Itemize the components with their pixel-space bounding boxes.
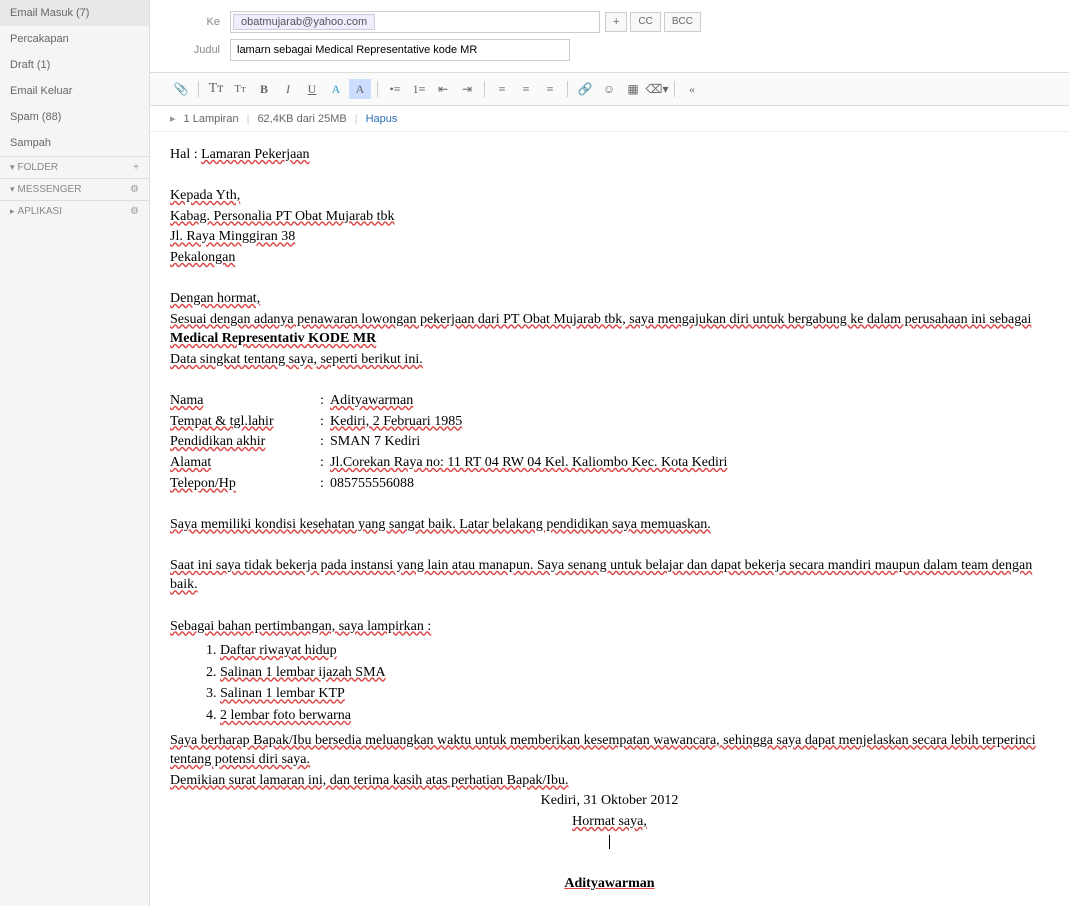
italic-icon[interactable]: I bbox=[277, 79, 299, 99]
font-color-icon[interactable]: A bbox=[325, 79, 347, 99]
attachment-bar: ▸ 1 Lampiran | 62,4KB dari 25MB | Hapus bbox=[150, 106, 1069, 132]
align-right-icon[interactable]: ≡ bbox=[539, 79, 561, 99]
subject-label: Judul bbox=[180, 44, 230, 56]
compose-pane: Ke obatmujarab@yahoo.com + CC BCC Judul … bbox=[150, 0, 1069, 906]
subject-input[interactable] bbox=[230, 39, 570, 61]
chevron-down-icon: ▾ bbox=[10, 162, 15, 172]
emoji-icon[interactable]: ☺ bbox=[598, 79, 620, 99]
sidebar-section-messenger[interactable]: ▾MESSENGER ⚙ bbox=[0, 178, 149, 200]
collapse-toolbar-icon[interactable]: « bbox=[681, 79, 703, 99]
sidebar-item-spam[interactable]: Spam (88) bbox=[0, 104, 149, 130]
bold-icon[interactable]: B bbox=[253, 79, 275, 99]
bullet-list-icon[interactable]: •≡ bbox=[384, 79, 406, 99]
attachment-size: 62,4KB dari 25MB bbox=[257, 113, 346, 125]
chevron-down-icon: ▾ bbox=[10, 184, 15, 194]
text-cursor bbox=[609, 835, 610, 849]
sidebar-item-inbox[interactable]: Email Masuk (7) bbox=[0, 0, 149, 26]
to-label: Ke bbox=[180, 16, 230, 28]
cc-button[interactable]: CC bbox=[630, 12, 660, 32]
template-icon[interactable]: ▦ bbox=[622, 79, 644, 99]
sidebar-item-draft[interactable]: Draft (1) bbox=[0, 52, 149, 78]
add-recipient-button[interactable]: + bbox=[605, 12, 627, 32]
align-left-icon[interactable]: ≡ bbox=[491, 79, 513, 99]
recipient-chip[interactable]: obatmujarab@yahoo.com bbox=[233, 14, 375, 30]
chevron-right-icon: ▸ bbox=[10, 206, 15, 216]
format-toolbar: 📎 Tᴛ Tᴛ B I U A A •≡ 1≡ ⇤ ⇥ ≡ ≡ ≡ 🔗 ☺ ▦ … bbox=[150, 72, 1069, 106]
highlight-icon[interactable]: A bbox=[349, 79, 371, 99]
sidebar-item-chat[interactable]: Percakapan bbox=[0, 26, 149, 52]
sidebar-item-trash[interactable]: Sampah bbox=[0, 130, 149, 156]
attach-icon[interactable]: 📎 bbox=[170, 79, 192, 99]
sidebar-section-apps[interactable]: ▸APLIKASI ⚙ bbox=[0, 200, 149, 222]
gear-icon[interactable]: ⚙ bbox=[130, 206, 139, 217]
to-field[interactable]: obatmujarab@yahoo.com bbox=[230, 11, 600, 33]
outdent-icon[interactable]: ⇤ bbox=[432, 79, 454, 99]
email-body[interactable]: Hal : Lamaran Pekerjaan Kepada Yth, Kaba… bbox=[150, 132, 1069, 906]
font-decrease-icon[interactable]: Tᴛ bbox=[229, 79, 251, 99]
attachment-count: 1 Lampiran bbox=[184, 113, 239, 125]
underline-icon[interactable]: U bbox=[301, 79, 323, 99]
align-center-icon[interactable]: ≡ bbox=[515, 79, 537, 99]
gear-icon[interactable]: ⚙ bbox=[130, 184, 139, 195]
add-folder-icon[interactable]: + bbox=[133, 162, 139, 173]
link-icon[interactable]: 🔗 bbox=[574, 79, 596, 99]
remove-attachment-link[interactable]: Hapus bbox=[366, 113, 398, 125]
sidebar-section-folder[interactable]: ▾FOLDER + bbox=[0, 156, 149, 178]
sidebar: Email Masuk (7) Percakapan Draft (1) Ema… bbox=[0, 0, 150, 906]
clear-format-icon[interactable]: ⌫▾ bbox=[646, 79, 668, 99]
expand-attachments-icon[interactable]: ▸ bbox=[170, 112, 176, 125]
sidebar-item-sent[interactable]: Email Keluar bbox=[0, 78, 149, 104]
font-increase-icon[interactable]: Tᴛ bbox=[205, 79, 227, 99]
bcc-button[interactable]: BCC bbox=[664, 12, 701, 32]
indent-icon[interactable]: ⇥ bbox=[456, 79, 478, 99]
number-list-icon[interactable]: 1≡ bbox=[408, 79, 430, 99]
